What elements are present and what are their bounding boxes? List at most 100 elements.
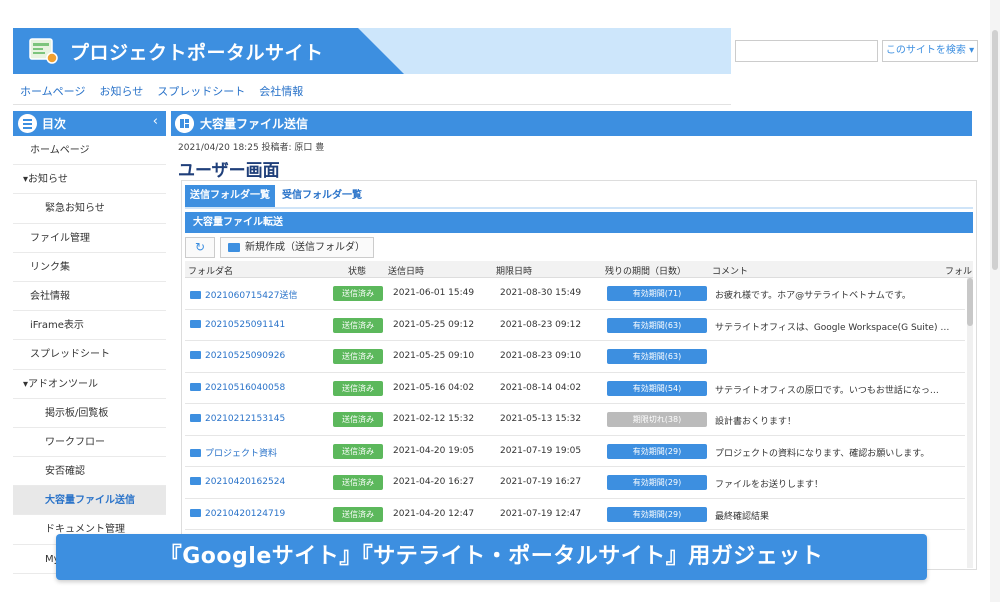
sidebar-item[interactable]: iFrame表示 [13,311,166,341]
post-meta: 2021/04/20 18:25 投稿者: 原口 豊 [178,143,325,153]
gadget-icon [175,114,194,133]
folder-link[interactable]: 2021060715427送信 [190,288,297,301]
new-folder-button[interactable]: 新規作成（送信フォルダ） [220,237,374,258]
refresh-button[interactable]: ↻ [185,237,215,258]
search-input[interactable] [735,40,878,62]
section-title: 大容量ファイル転送 [185,212,973,233]
col-remaining[interactable]: 残りの期間（日数） [605,264,686,277]
expiry-date: 2021-08-30 15:49 [500,288,582,298]
table-row[interactable]: 20210212153145 送信済み 2021-02-12 15:32 2021-0… [185,404,965,436]
expiry-date: 2021-08-23 09:12 [500,319,582,330]
table-scrollbar[interactable] [967,278,973,568]
folder-upload-icon [190,414,201,422]
folder-upload-icon [190,291,201,299]
sent-date: 2021-05-25 09:10 [393,351,475,361]
folder-table-body: 2021060715427送信 送信済み 2021-06-01 15:49 2021-… [185,278,965,530]
comment: 最終確認結果 [715,511,770,522]
status-badge: 送信済み [333,412,383,427]
menu-icon [18,114,37,133]
table-row[interactable]: 20210420162524 送信済み 2021-04-20 16:27 2021-0… [185,467,965,499]
status-badge: 送信済み [333,286,383,301]
sidebar-item[interactable]: ▾アドオンツール [13,370,166,399]
sidebar-item[interactable]: 掲示板/回覧板 [13,399,166,428]
sent-date: 2021-04-20 12:47 [393,508,475,519]
top-navigation: ホームページ お知らせ スプレッドシート 会社情報 [20,83,303,99]
folder-plus-icon [228,243,240,252]
col-comment[interactable]: コメント [712,264,748,277]
table-row[interactable]: 20210420124719 送信済み 2021-04-20 12:47 2021-0… [185,499,965,530]
comment: お疲れ様です。ホア@サテライトベトナムです。 [715,291,911,301]
table-row[interactable]: プロジェクト資料 送信済み 2021-04-20 19:05 2021-07-19 1… [185,436,965,467]
remaining-badge: 有効期間(71) [607,286,707,301]
folder-link[interactable]: 20210525090926 [190,351,285,361]
sidebar-nav: ホームページ ▾お知らせ 緊急お知らせ ファイル管理 リンク集 会社情報 iFrame表示ス… [13,136,166,574]
portal-logo-icon [29,38,58,64]
sidebar-item[interactable]: 安否確認 [13,457,166,487]
topnav-spreadsheet[interactable]: スプレッドシート [157,83,245,99]
sidebar-item[interactable]: スプレッドシート [13,340,166,370]
col-folder-name[interactable]: フォルダ名 [188,264,233,277]
sent-date: 2021-04-20 16:27 [393,477,475,487]
gadget-title: 大容量ファイル送信 [200,117,309,131]
table-row[interactable]: 20210525091141 送信済み 2021-05-25 09:12 2021-0… [185,310,965,341]
folder-link[interactable]: 20210525091141 [190,319,285,330]
sidebar-item[interactable]: ホームページ [13,136,166,166]
site-header: プロジェクトポータルサイト [13,28,731,74]
tab-bar: 送信フォルダ一覧 受信フォルダ一覧 [185,185,369,207]
sidebar-item[interactable]: 会社情報 [13,282,166,312]
folder-link[interactable]: プロジェクト資料 [190,446,277,459]
remaining-badge: 有効期間(29) [607,506,707,522]
sidebar-item[interactable]: リンク集 [13,253,166,282]
col-folder-extra[interactable]: フォル [945,264,972,277]
folder-upload-icon [190,477,201,485]
topnav-news[interactable]: お知らせ [99,83,143,99]
comment: プロジェクトの資料になります、確認お願いします。 [715,448,930,459]
comment: ファイルをお送りします！ [715,480,824,490]
folder-upload-icon [190,382,201,391]
page-scroll-thumb[interactable] [992,30,998,270]
page-scrollbar[interactable] [990,0,1000,602]
col-expiry-date[interactable]: 期限日時 [496,264,532,277]
folder-link[interactable]: 20210420124719 [190,508,285,519]
topnav-home[interactable]: ホームページ [20,83,85,99]
col-sent-date[interactable]: 送信日時 [388,264,424,277]
topnav-divider [13,104,731,105]
col-status[interactable]: 状態 [348,264,366,277]
sidebar-item[interactable]: ワークフロー [13,428,166,458]
folder-link[interactable]: 20210420162524 [190,477,285,487]
folder-link[interactable]: 20210516040058 [190,382,285,393]
sidebar-item[interactable]: ▾お知らせ [13,165,166,195]
status-badge: 送信済み [333,475,383,490]
comment: サテライトオフィスの原口です。いつもお世話になっ… [715,385,939,396]
collapse-chevron-icon[interactable]: ‹ [153,114,158,129]
status-badge: 送信済み [333,506,383,522]
sidebar-title: 目次 [42,117,67,131]
sidebar-item[interactable]: 大容量ファイル送信 [13,486,166,516]
search-button[interactable]: このサイトを検索 ▾ [882,40,978,62]
expiry-date: 2021-05-13 15:32 [500,414,582,424]
table-row[interactable]: 20210525090926 送信済み 2021-05-25 09:10 2021-0… [185,341,965,373]
sent-date: 2021-04-20 19:05 [393,445,475,456]
topnav-company[interactable]: 会社情報 [259,83,303,99]
folder-upload-icon [190,319,201,328]
status-badge: 送信済み [333,317,383,333]
expiry-date: 2021-08-23 09:10 [500,351,582,361]
new-folder-label: 新規作成（送信フォルダ） [245,242,365,253]
sidebar-header: 目次 ‹ [13,111,166,136]
status-badge: 送信済み [333,443,383,459]
file-transfer-panel: 送信フォルダ一覧 受信フォルダ一覧 大容量ファイル転送 ↻ 新規作成（送信フォル… [181,180,977,570]
table-scroll-thumb[interactable] [967,278,973,326]
expiry-date: 2021-07-19 12:47 [500,508,582,519]
gadget-header: 大容量ファイル送信 [171,111,972,136]
sidebar-item[interactable]: ファイル管理 [13,224,166,253]
tab-received-folders[interactable]: 受信フォルダ一覧 [277,185,367,207]
folder-upload-icon [190,508,201,517]
site-title[interactable]: プロジェクトポータルサイト [70,38,324,65]
sidebar-item[interactable]: 緊急お知らせ [13,194,166,224]
folder-link[interactable]: 20210212153145 [190,414,285,424]
tab-sent-folders[interactable]: 送信フォルダ一覧 [185,185,275,207]
table-row[interactable]: 2021060715427送信 送信済み 2021-06-01 15:49 2021-… [185,278,965,310]
remaining-badge: 期限切れ(38) [607,412,707,427]
table-row[interactable]: 20210516040058 送信済み 2021-05-16 04:02 2021-0… [185,373,965,404]
page: プロジェクトポータルサイト このサイトを検索 ▾ ホームページ お知らせ スプレ… [0,0,1000,602]
